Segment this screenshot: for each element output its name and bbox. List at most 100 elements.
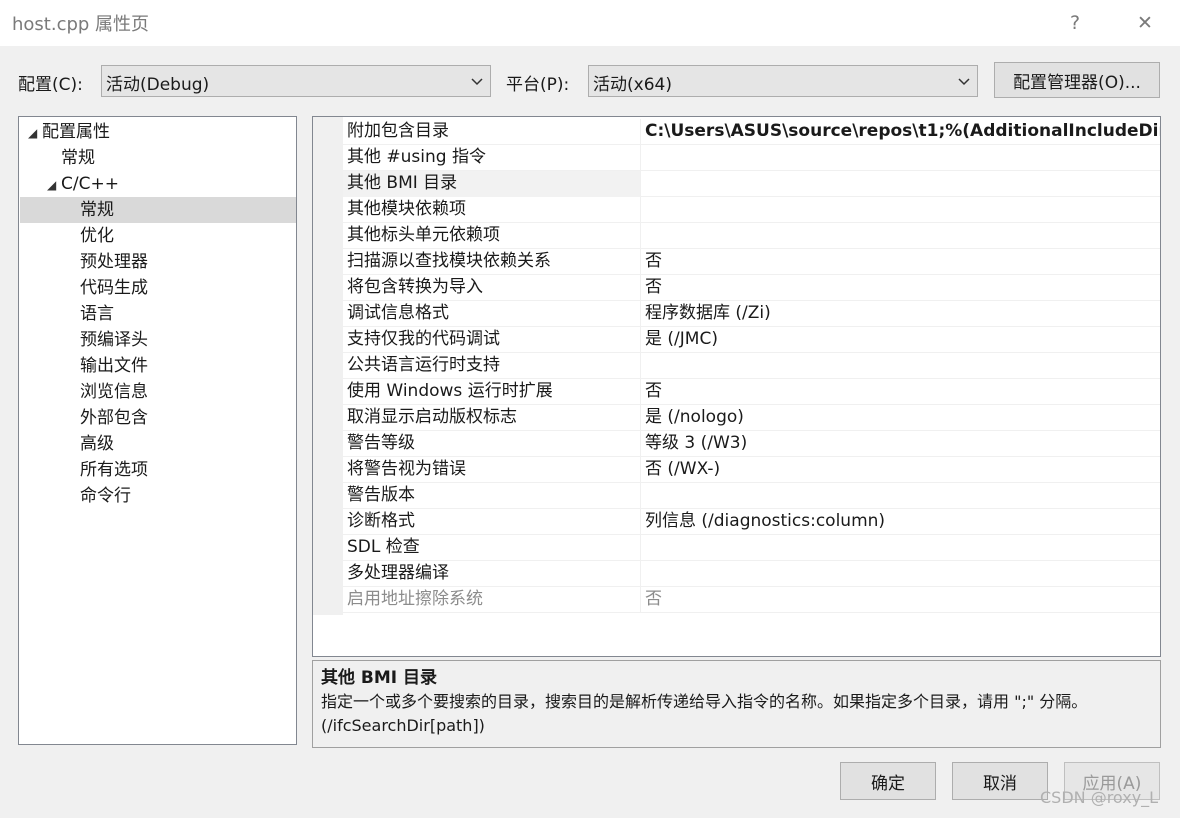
property-name[interactable]: 支持仅我的代码调试 bbox=[343, 327, 641, 353]
tree-item-label: 常规 bbox=[61, 148, 95, 168]
tree-item[interactable]: 预编译头 bbox=[20, 327, 296, 353]
property-value[interactable] bbox=[642, 561, 1160, 587]
property-value[interactable] bbox=[642, 353, 1160, 379]
property-value[interactable]: 等级 3 (/W3) bbox=[642, 431, 1160, 457]
tree-item[interactable]: 外部包含 bbox=[20, 405, 296, 431]
property-row[interactable]: 将包含转换为导入否 bbox=[343, 275, 1160, 301]
tree-item-label: 常规 bbox=[80, 200, 114, 220]
expand-arrow-icon[interactable]: ◢ bbox=[28, 120, 42, 146]
tree-item[interactable]: 常规 bbox=[20, 145, 296, 171]
tree-item[interactable]: 浏览信息 bbox=[20, 379, 296, 405]
tree-item[interactable]: 命令行 bbox=[20, 483, 296, 509]
property-row[interactable]: 取消显示启动版权标志是 (/nologo) bbox=[343, 405, 1160, 431]
close-button[interactable]: ✕ bbox=[1122, 6, 1168, 40]
property-value[interactable] bbox=[642, 223, 1160, 249]
tree-item[interactable]: 常规 bbox=[20, 197, 296, 223]
property-name[interactable]: 其他模块依赖项 bbox=[343, 197, 641, 223]
config-dropdown[interactable]: 活动(Debug) bbox=[101, 65, 491, 97]
property-name[interactable]: 其他 BMI 目录 bbox=[343, 171, 641, 197]
cancel-button[interactable]: 取消 bbox=[952, 762, 1048, 800]
property-value[interactable]: 否 bbox=[642, 379, 1160, 405]
property-row[interactable]: 多处理器编译 bbox=[343, 561, 1160, 587]
property-value[interactable]: 否 (/WX-) bbox=[642, 457, 1160, 483]
property-value[interactable]: 是 (/JMC) bbox=[642, 327, 1160, 353]
tree-item[interactable]: 高级 bbox=[20, 431, 296, 457]
property-value[interactable]: 否 bbox=[642, 587, 1160, 613]
property-name[interactable]: SDL 检查 bbox=[343, 535, 641, 561]
tree-item-label: C/C++ bbox=[61, 174, 119, 194]
property-name[interactable]: 使用 Windows 运行时扩展 bbox=[343, 379, 641, 405]
property-row[interactable]: 警告版本 bbox=[343, 483, 1160, 509]
tree-item[interactable]: 输出文件 bbox=[20, 353, 296, 379]
tree-item-label: 外部包含 bbox=[80, 408, 148, 428]
tree-item[interactable]: ◢ C/C++ bbox=[20, 171, 296, 197]
property-value[interactable] bbox=[642, 171, 1160, 197]
property-row[interactable]: 扫描源以查找模块依赖关系否 bbox=[343, 249, 1160, 275]
window-title: host.cpp 属性页 bbox=[12, 14, 150, 35]
property-name[interactable]: 将警告视为错误 bbox=[343, 457, 641, 483]
configuration-manager-button[interactable]: 配置管理器(O)... bbox=[994, 62, 1160, 98]
platform-label: 平台(P): bbox=[506, 75, 570, 95]
grid-gutter bbox=[313, 117, 343, 615]
property-name[interactable]: 调试信息格式 bbox=[343, 301, 641, 327]
tree-item-label: 浏览信息 bbox=[80, 382, 148, 402]
property-value[interactable] bbox=[642, 483, 1160, 509]
tree-item[interactable]: ◢ 配置属性 bbox=[20, 119, 296, 145]
property-row[interactable]: 使用 Windows 运行时扩展否 bbox=[343, 379, 1160, 405]
property-name[interactable]: 其他标头单元依赖项 bbox=[343, 223, 641, 249]
platform-dropdown[interactable]: 活动(x64) bbox=[588, 65, 978, 97]
property-name[interactable]: 取消显示启动版权标志 bbox=[343, 405, 641, 431]
property-name[interactable]: 扫描源以查找模块依赖关系 bbox=[343, 249, 641, 275]
property-value[interactable] bbox=[642, 535, 1160, 561]
property-row[interactable]: 其他模块依赖项 bbox=[343, 197, 1160, 223]
tree-item[interactable]: 所有选项 bbox=[20, 457, 296, 483]
property-value[interactable] bbox=[642, 197, 1160, 223]
property-value[interactable] bbox=[642, 145, 1160, 171]
help-icon: ? bbox=[1069, 12, 1081, 34]
property-row[interactable]: 其他标头单元依赖项 bbox=[343, 223, 1160, 249]
close-icon: ✕ bbox=[1137, 12, 1153, 34]
description-text: 指定一个或多个要搜索的目录，搜索目的是解析传递给导入指令的名称。如果指定多个目录… bbox=[321, 692, 1088, 735]
ok-button[interactable]: 确定 bbox=[840, 762, 936, 800]
property-value[interactable]: 否 bbox=[642, 275, 1160, 301]
property-tree[interactable]: ◢ 配置属性 常规 ◢ C/C++ 常规 优化 预处理器 代码生成 语言 预编译头 输出文件 浏览信息外… bbox=[18, 116, 297, 745]
config-dropdown-value: 活动(Debug) bbox=[106, 75, 210, 95]
watermark: CSDN @roxy_L bbox=[1040, 788, 1159, 807]
property-name[interactable]: 公共语言运行时支持 bbox=[343, 353, 641, 379]
tree-item-label: 优化 bbox=[80, 226, 114, 246]
property-value[interactable]: C:\Users\ASUS\source\repos\t1;%(Addition… bbox=[642, 119, 1160, 145]
property-grid[interactable]: 附加包含目录 C:\Users\ASUS\source\repos\t1;%(Ad… bbox=[312, 116, 1161, 657]
property-row[interactable]: 启用地址擦除系统否 bbox=[343, 587, 1160, 613]
property-name[interactable]: 附加包含目录 bbox=[343, 119, 641, 145]
property-row[interactable]: 调试信息格式 程序数据库 (/Zi) bbox=[343, 301, 1160, 327]
property-value[interactable]: 否 bbox=[642, 249, 1160, 275]
tree-item-label: 配置属性 bbox=[42, 122, 110, 142]
tree-item-label: 代码生成 bbox=[80, 278, 148, 298]
property-name[interactable]: 诊断格式 bbox=[343, 509, 641, 535]
tree-item[interactable]: 优化 bbox=[20, 223, 296, 249]
property-name[interactable]: 警告版本 bbox=[343, 483, 641, 509]
chevron-down-icon bbox=[958, 78, 970, 86]
property-name[interactable]: 多处理器编译 bbox=[343, 561, 641, 587]
property-name[interactable]: 其他 #using 指令 bbox=[343, 145, 641, 171]
tree-item[interactable]: 语言 bbox=[20, 301, 296, 327]
property-name[interactable]: 警告等级 bbox=[343, 431, 641, 457]
property-name[interactable]: 将包含转换为导入 bbox=[343, 275, 641, 301]
tree-item[interactable]: 代码生成 bbox=[20, 275, 296, 301]
property-row[interactable]: 附加包含目录 C:\Users\ASUS\source\repos\t1;%(Ad… bbox=[343, 119, 1160, 145]
property-name[interactable]: 启用地址擦除系统 bbox=[343, 587, 641, 613]
property-row[interactable]: 将警告视为错误否 (/WX-) bbox=[343, 457, 1160, 483]
property-row[interactable]: 其他 #using 指令 bbox=[343, 145, 1160, 171]
property-row[interactable]: 警告等级 等级 3 (/W3) bbox=[343, 431, 1160, 457]
tree-item[interactable]: 预处理器 bbox=[20, 249, 296, 275]
help-button[interactable]: ? bbox=[1052, 6, 1098, 40]
property-row[interactable]: 其他 BMI 目录 bbox=[343, 171, 1160, 197]
property-value[interactable]: 是 (/nologo) bbox=[642, 405, 1160, 431]
property-row[interactable]: 公共语言运行时支持 bbox=[343, 353, 1160, 379]
property-row[interactable]: 诊断格式 列信息 (/diagnostics:column) bbox=[343, 509, 1160, 535]
expand-arrow-icon[interactable]: ◢ bbox=[47, 172, 61, 198]
property-row[interactable]: 支持仅我的代码调试是 (/JMC) bbox=[343, 327, 1160, 353]
property-value[interactable]: 列信息 (/diagnostics:column) bbox=[642, 509, 1160, 535]
property-row[interactable]: SDL 检查 bbox=[343, 535, 1160, 561]
property-value[interactable]: 程序数据库 (/Zi) bbox=[642, 301, 1160, 327]
